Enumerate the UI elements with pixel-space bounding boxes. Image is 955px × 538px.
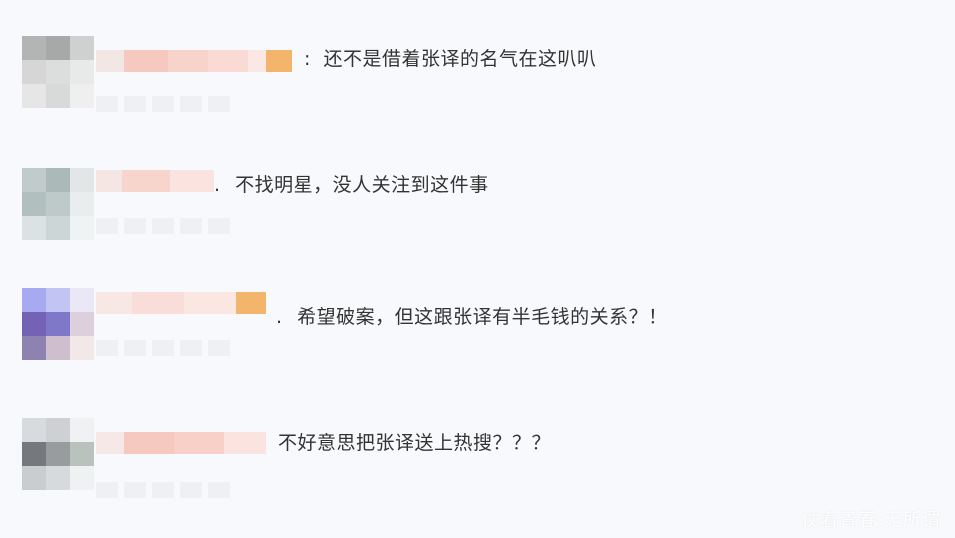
comment-item: . 不找明星，没人关注到这件事 bbox=[0, 162, 955, 272]
comment-text: 不好意思把张译送上热搜？？？ bbox=[278, 428, 551, 455]
avatar[interactable] bbox=[22, 288, 94, 360]
separator: . bbox=[214, 174, 221, 196]
avatar[interactable] bbox=[22, 418, 94, 490]
separator: . bbox=[276, 306, 283, 328]
comment-body: 希望破案，但这跟张译有半毛钱的关系？！ bbox=[297, 306, 668, 328]
comment-body: 不找明星，没人关注到这件事 bbox=[235, 174, 489, 196]
comment-item: : 还不是借着张译的名气在这叭叭 bbox=[0, 30, 955, 140]
comment-body: 不好意思把张译送上热搜？？？ bbox=[278, 432, 552, 454]
separator: : bbox=[304, 48, 311, 70]
comment-text: . 不找明星，没人关注到这件事 bbox=[214, 170, 489, 197]
meta-blurred bbox=[96, 340, 230, 356]
comment-item: . 希望破案，但这跟张译有半毛钱的关系？！ bbox=[0, 282, 955, 392]
avatar[interactable] bbox=[22, 36, 94, 108]
username-blurred[interactable] bbox=[96, 292, 266, 314]
comment-text: : 还不是借着张译的名气在这叭叭 bbox=[304, 44, 596, 71]
meta-blurred bbox=[96, 96, 230, 112]
username-blurred[interactable] bbox=[96, 432, 266, 454]
meta-blurred bbox=[96, 482, 230, 498]
avatar[interactable] bbox=[22, 168, 94, 240]
username-blurred[interactable] bbox=[96, 50, 292, 72]
comment-body: 还不是借着张译的名气在这叭叭 bbox=[323, 48, 597, 70]
comment-text: . 希望破案，但这跟张译有半毛钱的关系？！ bbox=[276, 302, 668, 329]
meta-blurred bbox=[96, 218, 230, 234]
watermark: 仗着青春·无所谓 bbox=[801, 510, 941, 531]
username-blurred[interactable] bbox=[96, 170, 214, 192]
